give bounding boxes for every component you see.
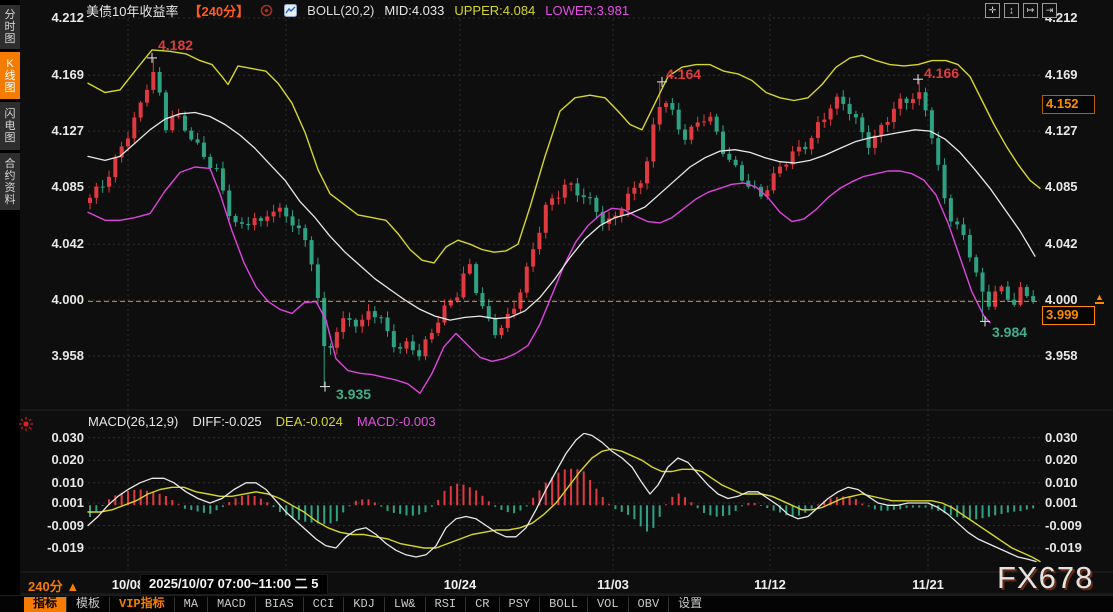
menu-item-7[interactable]: KDJ: [344, 597, 385, 612]
menu-item-8[interactable]: LW&: [385, 597, 426, 612]
svg-text:4.164: 4.164: [666, 66, 701, 82]
price-axis-left-1: 4.169: [38, 67, 84, 82]
sidebar-tab-1[interactable]: K线图: [0, 52, 20, 99]
menu-item-11[interactable]: PSY: [500, 597, 541, 612]
macd-indicator-label[interactable]: MACD(26,12,9): [88, 414, 178, 429]
chart-badge-icon[interactable]: [283, 3, 297, 17]
menu-item-12[interactable]: BOLL: [540, 597, 588, 612]
macd-axis-right-2: 0.010: [1045, 475, 1091, 490]
svg-text:3.935: 3.935: [336, 386, 371, 402]
extreme-marker-3: 3.935: [320, 382, 371, 402]
macd-header: MACD(26,12,9) DIFF:-0.025 DEA:-0.024 MAC…: [88, 413, 436, 429]
price-axis-left-3: 4.085: [38, 179, 84, 194]
symbol-title: 美债10年收益率: [86, 1, 178, 20]
date-tick-3: 11/12: [754, 577, 786, 592]
price-axis-right-4: 4.042: [1045, 236, 1091, 251]
y-axis-scale-icon[interactable]: ↨: [1004, 3, 1019, 18]
price-axis-right-6: 3.958: [1045, 348, 1091, 363]
menu-item-10[interactable]: CR: [466, 597, 499, 612]
macd-axis-left-1: 0.020: [38, 452, 84, 467]
last-price-tag: 3.999: [1042, 306, 1095, 325]
price-axis-right-5: 4.000: [1045, 292, 1091, 307]
svg-text:3.984: 3.984: [992, 324, 1027, 340]
menu-item-2[interactable]: VIP指标: [110, 597, 175, 612]
sidebar-tab-2[interactable]: 闪电图: [0, 102, 20, 150]
macd-axis-right-5: -0.019: [1045, 540, 1091, 555]
svg-text:4.166: 4.166: [924, 65, 959, 81]
price-up-arrow-icon[interactable]: ▲: [1095, 293, 1104, 304]
alarm-icon[interactable]: [259, 3, 273, 17]
boll-lower-value: LOWER:3.981: [545, 3, 629, 18]
macd-axis-right-4: -0.009: [1045, 518, 1091, 533]
sidebar-tab-3[interactable]: 合约资料: [0, 153, 20, 210]
menu-item-15[interactable]: 设置: [669, 597, 711, 612]
view-sidebar: 分时图 K线图闪电图合约资料: [0, 0, 20, 612]
boll-indicator-label[interactable]: BOLL(20,2): [307, 3, 374, 18]
date-tick-2: 11/03: [597, 577, 629, 592]
price-axis-left-2: 4.127: [38, 123, 84, 138]
bar-info-tooltip: 2025/10/07 07:00~11:00 二 5: [140, 574, 328, 595]
price-axis-left-4: 4.042: [38, 236, 84, 251]
menu-item-13[interactable]: VOL: [588, 597, 629, 612]
macd-dea-value: DEA:-0.024: [276, 414, 343, 429]
x-axis-scale-icon[interactable]: ↦: [1023, 3, 1038, 18]
chart-app: 4.182 4.164 4.166 3.935 3.984 美债10年收益率 【240分…: [0, 0, 1113, 612]
price-axis-right-1: 4.169: [1045, 67, 1091, 82]
macd-hist-value: MACD:-0.003: [357, 414, 436, 429]
date-tick-1: 10/24: [444, 577, 477, 592]
sidebar-tab-0[interactable]: 分时图: [0, 5, 20, 49]
macd-axis-left-0: 0.030: [38, 430, 84, 445]
svg-text:4.182: 4.182: [158, 37, 193, 53]
boll-mid-value: MID:4.033: [384, 3, 444, 18]
macd-axis-left-4: -0.009: [38, 518, 84, 533]
macd-diff-value: DIFF:-0.025: [192, 414, 261, 429]
period-arrow-icon: ▲: [66, 579, 79, 594]
menu-item-14[interactable]: OBV: [629, 597, 670, 612]
chart-toolbar: ✛ ↨ ↦ ⇥: [985, 3, 1057, 18]
period-tag[interactable]: 【240分】: [188, 1, 249, 20]
macd-axis-left-2: 0.010: [38, 475, 84, 490]
price-axis-left-5: 4.000: [38, 292, 84, 307]
menu-item-1[interactable]: 模板: [67, 597, 110, 612]
menu-item-5[interactable]: BIAS: [256, 597, 304, 612]
ref-price-tag: 4.152: [1042, 95, 1095, 114]
x-axis-row: 240分 ▲ 10/0810/2411/0311/1211/21 2025/10…: [0, 573, 1113, 595]
menu-item-4[interactable]: MACD: [208, 597, 256, 612]
watermark: FX678: [997, 560, 1093, 596]
pan-crosshair-icon[interactable]: ✛: [985, 3, 1000, 18]
menu-item-3[interactable]: MA: [175, 597, 208, 612]
menu-item-9[interactable]: RSI: [426, 597, 467, 612]
macd-axis-left-5: -0.019: [38, 540, 84, 555]
boll-upper-value: UPPER:4.084: [454, 3, 535, 18]
restore-scale-icon[interactable]: ⇥: [1042, 3, 1057, 18]
price-axis-left-6: 3.958: [38, 348, 84, 363]
macd-axis-left-3: 0.001: [38, 495, 84, 510]
chart-canvas[interactable]: 4.182 4.164 4.166 3.935 3.984: [0, 0, 1113, 612]
date-tick-4: 11/21: [912, 577, 944, 592]
macd-axis-right-0: 0.030: [1045, 430, 1091, 445]
macd-axis-right-1: 0.020: [1045, 452, 1091, 467]
extreme-marker-2: 4.166: [913, 65, 959, 84]
macd-axis-right-3: 0.001: [1045, 495, 1091, 510]
live-burst-icon[interactable]: [18, 416, 34, 432]
price-axis-right-2: 4.127: [1045, 123, 1091, 138]
price-axis-left-0: 4.212: [38, 10, 84, 25]
menu-item-6[interactable]: CCI: [304, 597, 345, 612]
chart-header: 美债10年收益率 【240分】 BOLL(20,2) MID:4.033 UPP…: [86, 1, 629, 19]
extreme-marker-1: 4.164: [657, 66, 701, 87]
menu-item-0[interactable]: 指标: [24, 597, 67, 612]
price-axis-right-3: 4.085: [1045, 179, 1091, 194]
indicator-menu-bar: 指标模板VIP指标MAMACDBIASCCIKDJLW&RSICRPSYBOLL…: [0, 595, 1113, 612]
